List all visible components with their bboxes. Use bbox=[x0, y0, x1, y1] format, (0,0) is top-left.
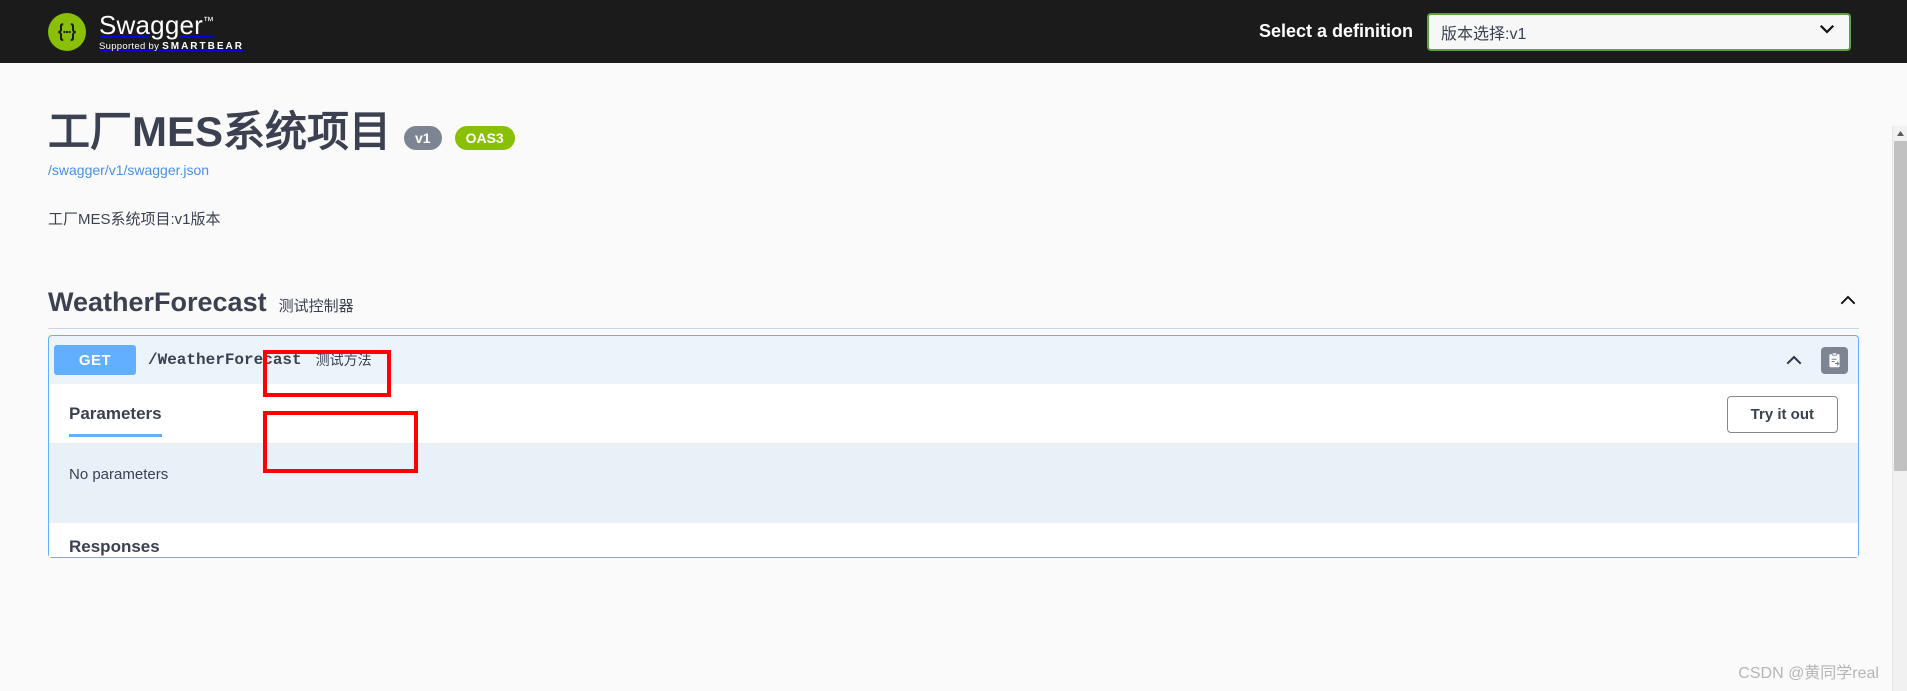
api-info-block: 工厂MES系统项目 v1 OAS3 /swagger/v1/swagger.js… bbox=[48, 63, 1859, 229]
page-content: 工厂MES系统项目 v1 OAS3 /swagger/v1/swagger.js… bbox=[0, 63, 1907, 691]
scrollbar-thumb[interactable] bbox=[1894, 141, 1907, 471]
swagger-logo-link[interactable]: Swagger™ Supported by SMARTBEAR bbox=[48, 12, 244, 52]
definition-select-value: 版本选择:v1 bbox=[1441, 25, 1527, 43]
swagger-logo-text: Swagger™ Supported by SMARTBEAR bbox=[99, 12, 244, 52]
responses-header: Responses bbox=[49, 523, 1858, 558]
parameters-title: Parameters bbox=[69, 404, 162, 437]
operation-block-get-weatherforecast: GET /WeatherForecast 测试方法 Parameters Try… bbox=[48, 335, 1859, 559]
responses-title: Responses bbox=[69, 537, 160, 557]
tag-section-weatherforecast: WeatherForecast 测试控制器 GET /WeatherForeca… bbox=[48, 287, 1859, 559]
swagger-braces-icon bbox=[48, 12, 86, 51]
csdn-watermark: CSDN @黄同学real bbox=[1738, 665, 1879, 682]
scroll-up-arrow-icon[interactable] bbox=[1893, 126, 1907, 141]
swagger-supported-by: Supported by SMARTBEAR bbox=[99, 40, 244, 52]
operation-summary-text: 测试方法 bbox=[315, 352, 372, 369]
page-title: 工厂MES系统项目 bbox=[48, 108, 392, 155]
tag-description: 测试控制器 bbox=[278, 298, 354, 316]
tag-header[interactable]: WeatherForecast 测试控制器 bbox=[48, 287, 1859, 330]
spec-url-link[interactable]: /swagger/v1/swagger.json bbox=[48, 162, 1859, 178]
parameters-header: Parameters Try it out bbox=[49, 384, 1858, 445]
content-container: 工厂MES系统项目 v1 OAS3 /swagger/v1/swagger.js… bbox=[0, 63, 1907, 559]
trademark-symbol: ™ bbox=[203, 14, 215, 27]
vertical-scrollbar[interactable] bbox=[1892, 126, 1907, 691]
smartbear-brand: SMARTBEAR bbox=[162, 40, 244, 52]
no-parameters-text: No parameters bbox=[69, 466, 169, 484]
operation-body: Parameters Try it out No parameters Resp… bbox=[49, 384, 1858, 558]
chevron-up-icon[interactable] bbox=[1837, 289, 1859, 316]
oas-version-badge: OAS3 bbox=[454, 126, 515, 151]
definition-selector-group: Select a definition 版本选择:v1 bbox=[1258, 12, 1851, 51]
operation-summary-controls bbox=[1776, 345, 1848, 375]
top-bar: Swagger™ Supported by SMARTBEAR Select a… bbox=[0, 0, 1907, 63]
parameters-body: No parameters bbox=[49, 444, 1858, 524]
chevron-up-icon[interactable] bbox=[1776, 345, 1812, 375]
copy-to-clipboard-icon[interactable] bbox=[1821, 346, 1848, 374]
try-it-out-button[interactable]: Try it out bbox=[1726, 396, 1838, 434]
chevron-down-icon bbox=[1817, 19, 1837, 44]
http-method-badge: GET bbox=[54, 345, 136, 376]
operation-path: /WeatherForecast bbox=[148, 351, 302, 370]
tag-name: WeatherForecast bbox=[48, 287, 267, 318]
swagger-wordmark: Swagger™ bbox=[99, 9, 215, 40]
api-description: 工厂MES系统项目:v1版本 bbox=[48, 211, 221, 229]
api-title-row: 工厂MES系统项目 v1 OAS3 bbox=[48, 108, 1859, 155]
version-badge: v1 bbox=[404, 126, 442, 151]
operation-summary-row[interactable]: GET /WeatherForecast 测试方法 bbox=[49, 336, 1858, 384]
select-definition-label: Select a definition bbox=[1258, 21, 1413, 41]
definition-select[interactable]: 版本选择:v1 bbox=[1427, 12, 1851, 51]
